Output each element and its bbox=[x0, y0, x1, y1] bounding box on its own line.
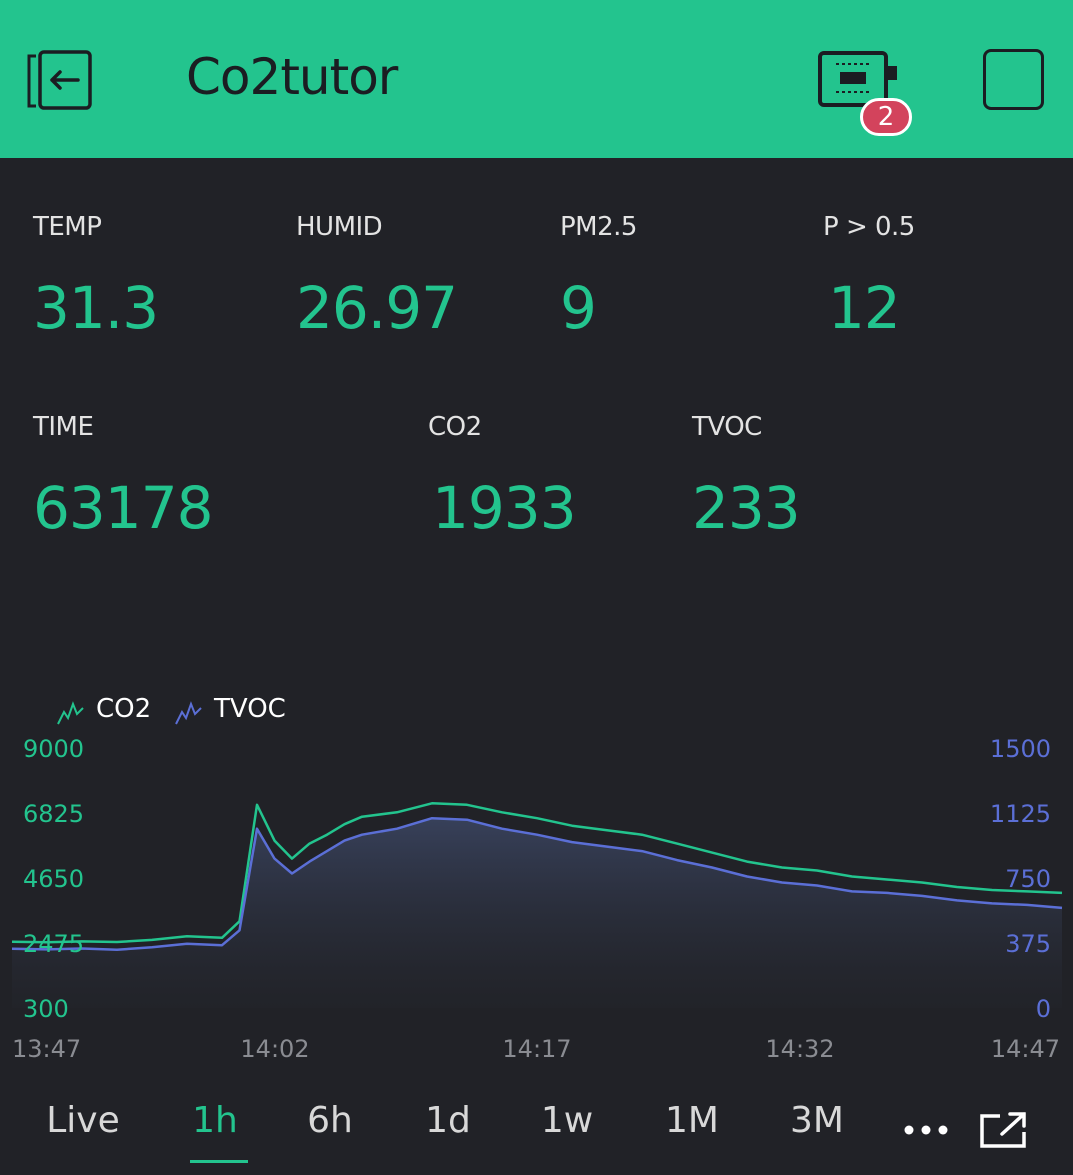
left-axis-tick: 2475 bbox=[23, 930, 84, 958]
widget-value: 1933 bbox=[432, 474, 577, 542]
widget-label: TEMP bbox=[33, 212, 102, 242]
expand-icon bbox=[980, 1112, 1026, 1148]
exit-icon bbox=[27, 50, 92, 110]
x-axis-tick: 13:47 bbox=[12, 1035, 81, 1063]
tab-1m[interactable]: 1M bbox=[665, 1100, 719, 1141]
line-chart-icon bbox=[57, 701, 84, 725]
period-tabs: Live 1h 6h 1d 1w 1M 3M bbox=[0, 1100, 1073, 1175]
notification-badge: 2 bbox=[860, 98, 912, 136]
tab-live[interactable]: Live bbox=[46, 1100, 120, 1141]
widget-value: 233 bbox=[692, 474, 801, 542]
left-axis-tick: 9000 bbox=[23, 735, 84, 763]
line-chart-icon bbox=[175, 701, 202, 725]
fullscreen-button[interactable] bbox=[978, 1110, 1030, 1150]
x-axis-tick: 14:02 bbox=[240, 1035, 309, 1063]
widget-label: PM2.5 bbox=[560, 212, 637, 242]
more-button[interactable] bbox=[903, 1122, 949, 1138]
widget-label: P > 0.5 bbox=[823, 212, 915, 242]
tab-3m[interactable]: 3M bbox=[790, 1100, 844, 1141]
right-axis-tick: 0 bbox=[1036, 995, 1051, 1023]
app-title: Co2tutor bbox=[186, 48, 398, 106]
right-axis-tick: 1125 bbox=[990, 800, 1051, 828]
edit-mode-button[interactable] bbox=[983, 49, 1044, 110]
widget-label: TVOC bbox=[692, 412, 762, 442]
widget-value: 9 bbox=[560, 274, 597, 342]
exit-button[interactable] bbox=[26, 48, 96, 112]
left-axis-tick: 4650 bbox=[23, 865, 84, 893]
tab-1d[interactable]: 1d bbox=[425, 1100, 471, 1141]
widget-value: 31.3 bbox=[33, 274, 159, 342]
tab-6h[interactable]: 6h bbox=[307, 1100, 353, 1141]
legend-label: CO2 bbox=[96, 694, 152, 724]
superchart[interactable]: 9000 6825 4650 2475 300 1500 1125 750 375 0 13:47 1… bbox=[0, 730, 1073, 1070]
tvoc-area bbox=[12, 818, 1062, 1008]
left-axis-tick: 6825 bbox=[23, 800, 84, 828]
widget-label: CO2 bbox=[428, 412, 482, 442]
widget-value: 26.97 bbox=[296, 274, 458, 342]
right-axis-tick: 1500 bbox=[990, 735, 1051, 763]
tab-1h[interactable]: 1h bbox=[192, 1100, 238, 1141]
widget-value: 63178 bbox=[33, 474, 214, 542]
widget-label: TIME bbox=[33, 412, 94, 442]
widget-value: 12 bbox=[828, 274, 901, 342]
x-axis-tick: 14:17 bbox=[502, 1035, 571, 1063]
right-axis-tick: 375 bbox=[1005, 930, 1051, 958]
app-header: Co2tutor 2 bbox=[0, 0, 1073, 158]
more-dots-icon bbox=[904, 1125, 948, 1135]
right-axis-tick: 750 bbox=[1005, 865, 1051, 893]
x-axis-tick: 14:32 bbox=[765, 1035, 834, 1063]
tab-1w[interactable]: 1w bbox=[541, 1100, 593, 1141]
left-axis-tick: 300 bbox=[23, 995, 69, 1023]
legend-label: TVOC bbox=[214, 694, 286, 724]
active-tab-indicator bbox=[190, 1160, 248, 1163]
x-axis-tick: 14:47 bbox=[991, 1035, 1060, 1063]
widget-label: HUMID bbox=[296, 212, 383, 242]
